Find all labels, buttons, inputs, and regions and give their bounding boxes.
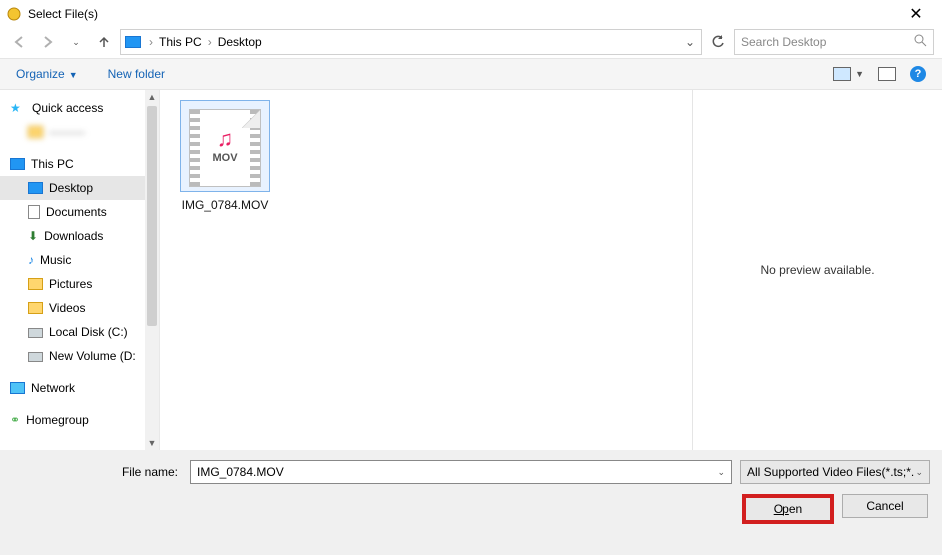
- scroll-thumb[interactable]: [147, 106, 157, 326]
- videos-icon: [28, 302, 43, 314]
- drive-icon: [28, 328, 43, 338]
- title-bar: Select File(s) ✕: [0, 0, 942, 28]
- search-input[interactable]: Search Desktop: [734, 29, 934, 55]
- scroll-down-icon[interactable]: ▼: [148, 436, 157, 450]
- pin-icon: ★: [10, 101, 26, 115]
- network-icon: [10, 382, 25, 394]
- file-item[interactable]: ♫ MOV IMG_0784.MOV: [170, 100, 280, 212]
- search-icon: [914, 34, 927, 50]
- filename-label: File name:: [12, 465, 182, 479]
- main-body: ★ Quick access ——— This PC Desktop Docum…: [0, 90, 942, 450]
- chevron-right-icon: ›: [208, 35, 212, 49]
- refresh-button[interactable]: [706, 30, 730, 54]
- preview-pane: No preview available.: [692, 90, 942, 450]
- sidebar-item-desktop[interactable]: Desktop: [0, 176, 159, 200]
- nav-tree: ★ Quick access ——— This PC Desktop Docum…: [0, 90, 160, 450]
- breadcrumb-root[interactable]: This PC: [157, 35, 204, 49]
- chevron-down-icon: ⌄: [915, 467, 923, 478]
- organize-menu[interactable]: Organize▼: [16, 67, 78, 81]
- address-bar[interactable]: › This PC › Desktop ⌄: [120, 29, 702, 55]
- document-icon: [28, 205, 40, 219]
- scroll-up-icon[interactable]: ▲: [148, 90, 157, 104]
- quick-access[interactable]: ★ Quick access: [0, 96, 159, 120]
- nav-bar: ⌄ › This PC › Desktop ⌄ Search Desktop: [0, 28, 942, 58]
- sidebar-scrollbar[interactable]: ▲ ▼: [145, 90, 159, 450]
- breadcrumb-current[interactable]: Desktop: [216, 35, 264, 49]
- pictures-icon: [28, 278, 43, 290]
- preview-pane-button[interactable]: [878, 67, 896, 81]
- this-pc[interactable]: This PC: [0, 152, 159, 176]
- search-placeholder: Search Desktop: [741, 35, 914, 49]
- preview-message: No preview available.: [760, 263, 874, 277]
- back-button[interactable]: [8, 30, 32, 54]
- view-button[interactable]: ▼: [833, 67, 864, 81]
- sidebar-item-music[interactable]: ♪Music: [0, 248, 159, 272]
- help-button[interactable]: ?: [910, 66, 926, 82]
- new-folder-button[interactable]: New folder: [108, 67, 165, 81]
- file-list[interactable]: ♫ MOV IMG_0784.MOV: [160, 90, 692, 450]
- sidebar-item-new-volume[interactable]: New Volume (D:: [0, 344, 159, 368]
- file-name-label: IMG_0784.MOV: [170, 198, 280, 212]
- drive-icon: [28, 352, 43, 362]
- download-icon: ⬇: [28, 229, 38, 243]
- dialog-footer: File name: IMG_0784.MOV ⌄ All Supported …: [0, 450, 942, 555]
- cancel-button[interactable]: Cancel: [842, 494, 928, 518]
- file-thumbnail: ♫ MOV: [180, 100, 270, 192]
- forward-button[interactable]: [36, 30, 60, 54]
- chevron-right-icon: ›: [149, 35, 153, 49]
- desktop-icon: [28, 182, 43, 194]
- sidebar-item-videos[interactable]: Videos: [0, 296, 159, 320]
- sidebar-item-pictures[interactable]: Pictures: [0, 272, 159, 296]
- pc-icon: [10, 158, 25, 170]
- file-type-filter[interactable]: All Supported Video Files(*.ts;*. ⌄: [740, 460, 930, 484]
- sidebar-item-documents[interactable]: Documents: [0, 200, 159, 224]
- music-note-icon: ♫: [217, 126, 234, 152]
- address-dropdown[interactable]: ⌄: [683, 35, 697, 49]
- chevron-down-icon[interactable]: ⌄: [717, 467, 725, 478]
- close-button[interactable]: ✕: [896, 4, 936, 24]
- sidebar-item-downloads[interactable]: ⬇Downloads: [0, 224, 159, 248]
- filename-input[interactable]: IMG_0784.MOV ⌄: [190, 460, 732, 484]
- quick-access-item[interactable]: ———: [0, 120, 159, 144]
- file-format-label: MOV: [212, 152, 237, 164]
- command-bar: Organize▼ New folder ▼ ?: [0, 58, 942, 90]
- music-icon: ♪: [28, 253, 34, 267]
- pc-icon: [125, 36, 141, 48]
- recent-dropdown[interactable]: ⌄: [64, 30, 88, 54]
- homegroup[interactable]: ⚭Homegroup: [0, 408, 159, 432]
- network[interactable]: Network: [0, 376, 159, 400]
- app-icon: [6, 6, 22, 22]
- sidebar-item-local-disk[interactable]: Local Disk (C:): [0, 320, 159, 344]
- homegroup-icon: ⚭: [10, 413, 20, 427]
- window-title: Select File(s): [28, 7, 98, 21]
- up-button[interactable]: [92, 30, 116, 54]
- view-icon: [833, 67, 851, 81]
- open-button[interactable]: Open: [742, 494, 834, 524]
